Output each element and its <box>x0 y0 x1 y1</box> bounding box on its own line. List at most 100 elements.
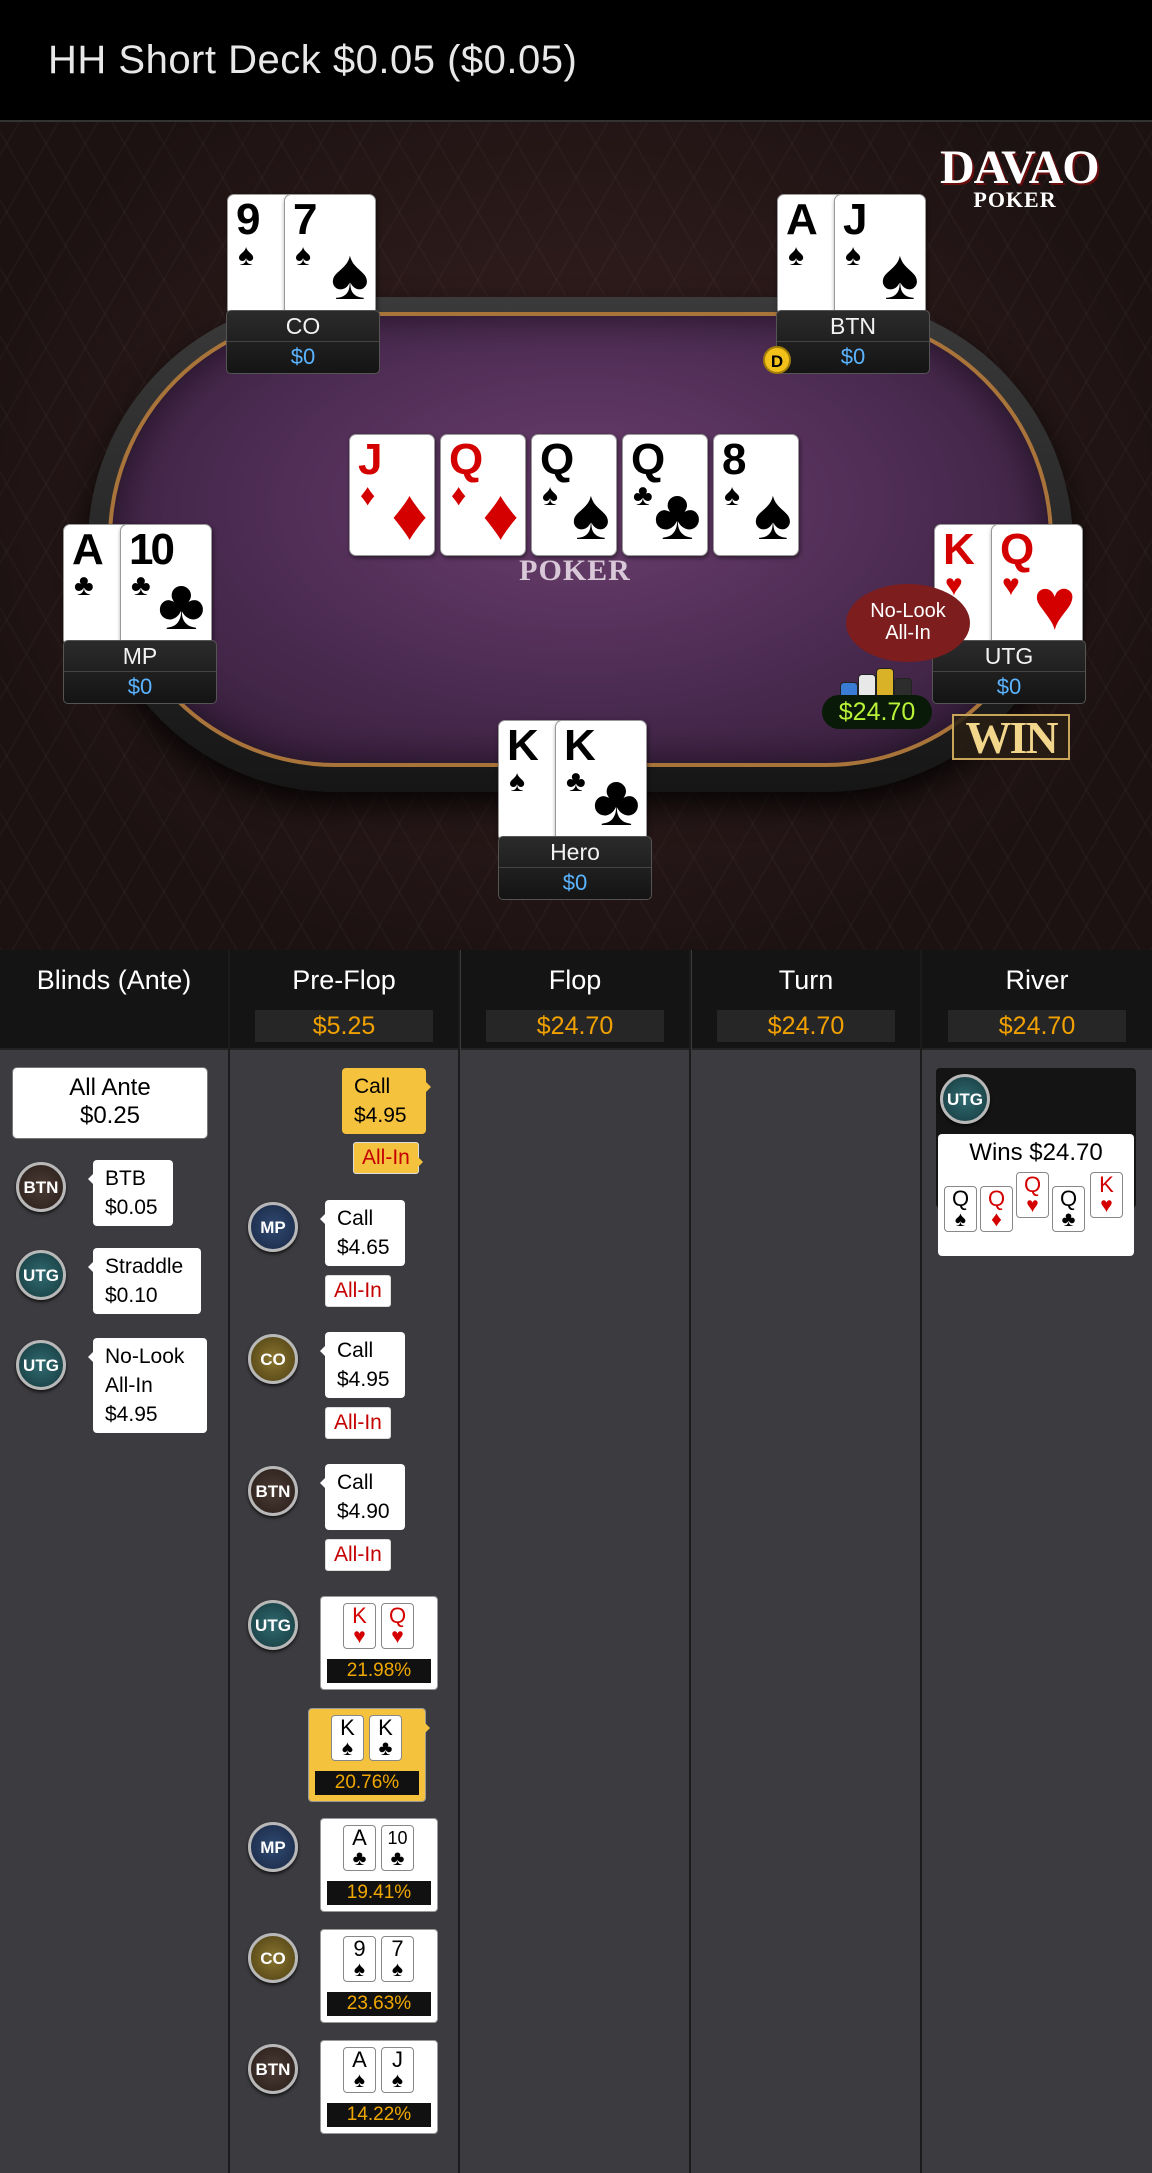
position-badge-utg: UTG <box>16 1250 66 1300</box>
action-amount: $4.65 <box>337 1236 390 1259</box>
street-header: Turn $24.70 <box>692 950 920 1050</box>
board-card-4: Q ♣ ♣ <box>622 434 708 556</box>
seat-hero[interactable]: Hero $0 <box>498 836 652 900</box>
mini-card: J ♠ <box>381 2047 414 2093</box>
seat-name: Hero <box>499 837 651 868</box>
ante-label: All Ante <box>69 1074 151 1101</box>
action-amount: $4.95 <box>337 1368 390 1391</box>
pot-amount: $24.70 <box>822 695 932 729</box>
board-card-5: 8 ♠ ♠ <box>713 434 799 556</box>
mini-card: K ♣ <box>369 1715 402 1761</box>
hero-card-2: K ♣ ♣ <box>555 720 647 842</box>
hero-action: Call $4.95 <box>342 1068 431 1134</box>
seat-co[interactable]: CO $0 <box>226 310 380 374</box>
seat-stack: $0 <box>840 344 866 369</box>
all-in-tag: All-In <box>325 1539 391 1571</box>
board-card-2: Q ♦ ♦ <box>440 434 526 556</box>
ante-amount: $0.25 <box>79 1102 141 1129</box>
position-badge-utg: UTG <box>248 1600 298 1650</box>
seat-utg[interactable]: UTG $0 <box>932 640 1086 704</box>
position-badge-btn: BTN <box>16 1162 66 1212</box>
seat-name: CO <box>227 311 379 342</box>
col-flop: Flop $24.70 <box>461 950 691 2173</box>
action-label-2: All-In <box>105 1374 153 1397</box>
btn-card-2: J ♠ ♠ <box>834 194 926 316</box>
blind-action: No-Look All-In $4.95 <box>88 1338 207 1433</box>
position-badge-mp: MP <box>248 1202 298 1252</box>
ante-box: All Ante $0.25 <box>12 1067 208 1139</box>
board-card-1: J ♦ ♦ <box>349 434 435 556</box>
mini-card: A ♠ <box>343 2047 376 2093</box>
action-amount: $4.95 <box>105 1403 158 1426</box>
hero-equity-hand: K ♠ K ♣ 20.76% <box>308 1708 430 1802</box>
action-amount: $0.05 <box>105 1196 158 1219</box>
seat-stack: $0 <box>996 674 1022 699</box>
street-pot: $5.25 <box>255 1010 433 1042</box>
mini-card: 9 ♠ <box>343 1936 376 1982</box>
seat-btn[interactable]: BTN $0 <box>776 310 930 374</box>
winner-text: Wins $24.70 <box>969 1139 1103 1166</box>
street-header: Flop $24.70 <box>461 950 689 1050</box>
blind-action: Straddle $0.10 <box>88 1248 201 1314</box>
action-amount: $4.90 <box>337 1500 390 1523</box>
equity-percent: 21.98% <box>327 1659 431 1683</box>
seat-stack: $0 <box>290 344 316 369</box>
seat-stack: $0 <box>562 870 588 895</box>
mini-card: Q ♠ <box>944 1186 977 1232</box>
equity-percent: 19.41% <box>327 1881 431 1905</box>
poker-table: DAVAO POKER POKER 9 ♠ 7 ♠ ♠ CO $0 A ♠ J ♠ ♠ BTN… <box>0 122 1152 950</box>
preflop-action: Call $4.65 <box>320 1200 405 1266</box>
co-card-2: 7 ♠ ♠ <box>284 194 376 316</box>
action-label: BTB <box>105 1167 146 1190</box>
col-turn: Turn $24.70 <box>692 950 922 2173</box>
mini-card: K ♠ <box>331 1715 364 1761</box>
utg-card-2: Q ♥ ♥ <box>991 524 1083 646</box>
street-header: Blinds (Ante) <box>0 950 228 1050</box>
mini-card: Q ♣ <box>1052 1186 1085 1232</box>
seat-name: MP <box>64 641 216 672</box>
position-badge-mp: MP <box>248 1822 298 1872</box>
street-label: Turn <box>778 965 834 995</box>
bubble-line-1: No-Look <box>870 600 946 622</box>
seat-name: BTN <box>777 311 929 342</box>
position-badge-co: CO <box>248 1334 298 1384</box>
mini-card: K ♥ <box>343 1603 376 1649</box>
action-label: Call <box>337 1339 374 1362</box>
all-in-tag: All-In <box>325 1275 391 1307</box>
davao-logo: DAVAO POKER <box>940 140 1100 213</box>
chip-stack-icon <box>838 668 918 698</box>
no-look-all-in-bubble: No-Look All-In <box>846 584 970 662</box>
dealer-button-icon: D <box>763 346 791 374</box>
street-header: Pre-Flop $5.25 <box>230 950 458 1050</box>
equity-hand: A ♠ J ♠ 14.22% <box>320 2040 438 2134</box>
street-header: River $24.70 <box>922 950 1152 1050</box>
equity-percent: 20.76% <box>315 1771 419 1795</box>
winner-box: Wins $24.70 Q ♠ Q ♦ Q ♥ Q ♣ K ♥ <box>938 1134 1134 1256</box>
equity-hand: A ♣ 10 ♣ 19.41% <box>320 1818 438 1912</box>
position-badge-co: CO <box>248 1933 298 1983</box>
action-amount: $0.10 <box>105 1284 158 1307</box>
equity-percent: 23.63% <box>327 1992 431 2016</box>
mini-card: 10 ♣ <box>381 1825 414 1871</box>
seat-stack: $0 <box>127 674 153 699</box>
street-label: Flop <box>548 965 602 995</box>
seat-mp[interactable]: MP $0 <box>63 640 217 704</box>
action-label: No-Look <box>105 1345 185 1368</box>
street-label: Pre-Flop <box>292 965 396 995</box>
win-badge: WIN <box>952 714 1070 761</box>
mini-card: Q ♥ <box>1016 1172 1049 1218</box>
street-label: River <box>1005 965 1069 995</box>
hand-title: HH Short Deck $0.05 ($0.05) <box>48 38 578 82</box>
action-label: Call <box>337 1207 374 1230</box>
preflop-action: Call $4.90 <box>320 1464 405 1530</box>
action-label: Straddle <box>105 1255 184 1278</box>
equity-hand: K ♥ Q ♥ 21.98% <box>320 1596 438 1690</box>
felt-logo: POKER <box>519 554 631 587</box>
mp-card-2: 10 ♣ ♣ <box>120 524 212 646</box>
mini-card: 7 ♠ <box>381 1936 414 1982</box>
mini-card: Q ♥ <box>381 1603 414 1649</box>
equity-hand: 9 ♠ 7 ♠ 23.63% <box>320 1929 438 2023</box>
street-pot: $24.70 <box>717 1010 895 1042</box>
position-badge-btn: BTN <box>248 1466 298 1516</box>
preflop-action: Call $4.95 <box>320 1332 405 1398</box>
